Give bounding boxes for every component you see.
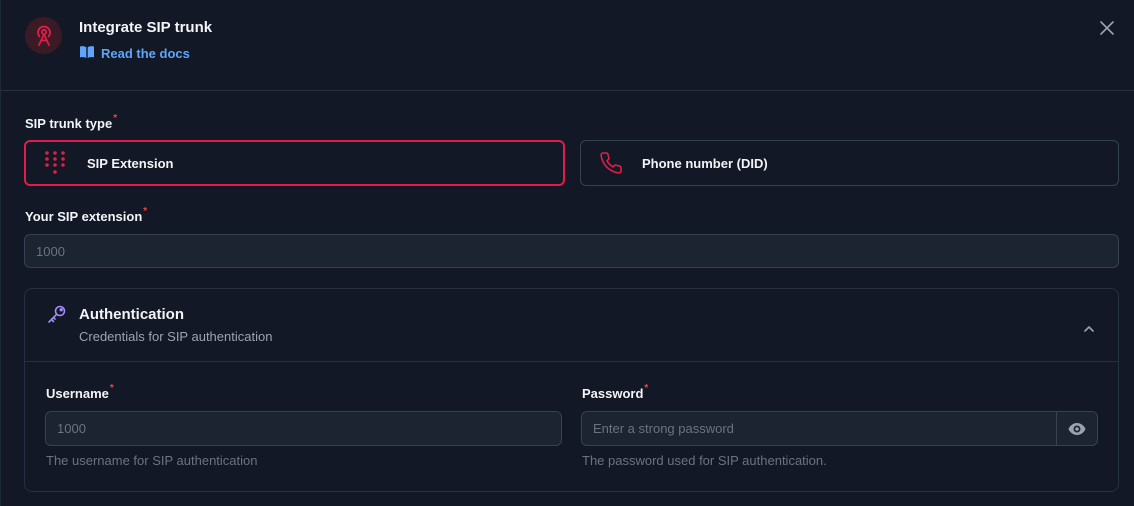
option-sip-extension[interactable]: SIP Extension (24, 140, 565, 186)
password-input[interactable] (581, 411, 1057, 446)
sip-trunk-type-text: SIP trunk type (25, 116, 113, 131)
password-text: Password (582, 386, 644, 401)
required-mark: * (109, 383, 114, 394)
book-icon (79, 45, 95, 62)
dialpad-icon (44, 150, 66, 176)
authentication-header[interactable]: Authentication Credentials for SIP authe… (25, 289, 1118, 362)
option-sip-extension-label: SIP Extension (87, 155, 174, 171)
required-mark: * (644, 383, 649, 394)
sip-extension-text: Your SIP extension (25, 209, 143, 224)
read-docs-label: Read the docs (101, 46, 190, 61)
authentication-title: Authentication (79, 306, 184, 323)
close-button[interactable] (1098, 19, 1116, 37)
sip-extension-input[interactable] (24, 234, 1119, 268)
antenna-logo-icon (25, 17, 62, 54)
password-label: Password* (582, 383, 649, 401)
phone-icon (599, 151, 623, 175)
username-input[interactable] (45, 411, 562, 446)
required-mark: * (113, 113, 118, 124)
read-docs-link[interactable]: Read the docs (79, 45, 190, 62)
required-mark: * (143, 206, 148, 217)
chevron-up-icon[interactable] (1083, 320, 1095, 338)
toggle-password-visibility-button[interactable] (1056, 411, 1098, 446)
dialog-title: Integrate SIP trunk (79, 19, 213, 36)
eye-icon (1068, 422, 1086, 435)
username-hint: The username for SIP authentication (46, 453, 258, 468)
authentication-subtitle: Credentials for SIP authentication (79, 329, 273, 344)
close-icon (1100, 21, 1114, 35)
dialog-header: Integrate SIP trunk Read the docs (1, 0, 1134, 91)
integrate-sip-dialog: Integrate SIP trunk Read the docs SIP tr… (0, 0, 1134, 506)
password-hint: The password used for SIP authentication… (582, 453, 827, 468)
option-phone-number-label: Phone number (DID) (642, 155, 768, 171)
key-icon (47, 304, 67, 329)
option-phone-number[interactable]: Phone number (DID) (580, 140, 1119, 186)
username-label: Username* (46, 383, 114, 401)
sip-extension-label: Your SIP extension* (25, 206, 148, 224)
sip-trunk-type-label: SIP trunk type* (25, 113, 118, 131)
username-text: Username (46, 386, 109, 401)
